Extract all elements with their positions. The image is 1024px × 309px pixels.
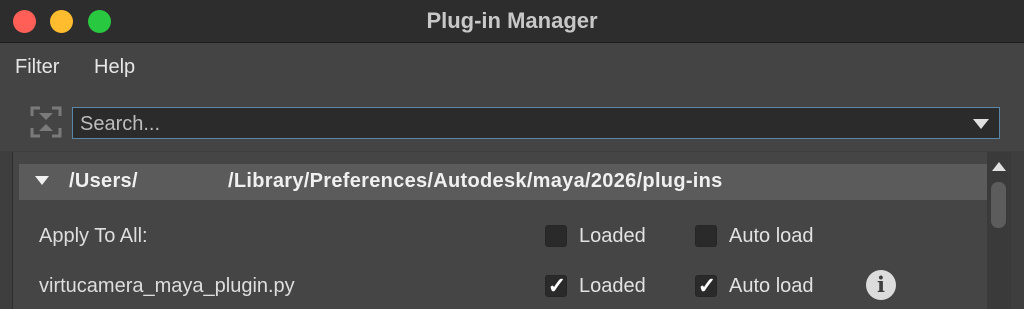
scroll-thumb[interactable] [991,182,1006,228]
collapse-arrow-icon[interactable] [35,176,49,185]
scroll-up-icon[interactable] [992,162,1006,171]
plugin-path-header[interactable]: /Users/ /Library/Preferences/Autodesk/ma… [19,164,988,200]
title-bar: Plug-in Manager [0,0,1024,43]
window-title: Plug-in Manager [426,8,598,33]
path-text-user: /Users/ [69,170,138,192]
apply-all-loaded-label: Loaded [579,225,646,247]
menu-bar: Filter Help [0,43,1024,91]
plugin-loaded-label: Loaded [579,275,646,297]
apply-all-loaded-checkbox[interactable] [545,225,567,247]
apply-all-autoload-checkbox[interactable] [695,225,717,247]
plugin-autoload-label: Auto load [729,275,814,297]
search-input[interactable] [78,110,962,138]
apply-all-autoload-label: Auto load [729,225,814,247]
vertical-scrollbar[interactable] [987,152,1011,309]
checkmark-icon: ✓ [697,273,717,298]
menu-filter[interactable]: Filter [15,56,59,79]
plugin-autoload-checkbox[interactable]: ✓ [695,273,717,298]
search-dropdown-icon[interactable] [973,119,989,129]
checkmark-icon: ✓ [547,273,567,298]
menu-help[interactable]: Help [94,56,135,79]
path-text-folder: /Library/Preferences/Autodesk/maya/2026/… [228,170,723,192]
plugin-loaded-checkbox[interactable]: ✓ [545,273,567,298]
expand-collapse-all-icon[interactable] [29,105,63,139]
search-box[interactable] [72,107,1000,139]
apply-to-all-label: Apply To All: [39,225,148,247]
info-icon[interactable]: i [866,270,896,300]
plugin-name: virtucamera_maya_plugin.py [39,275,295,297]
